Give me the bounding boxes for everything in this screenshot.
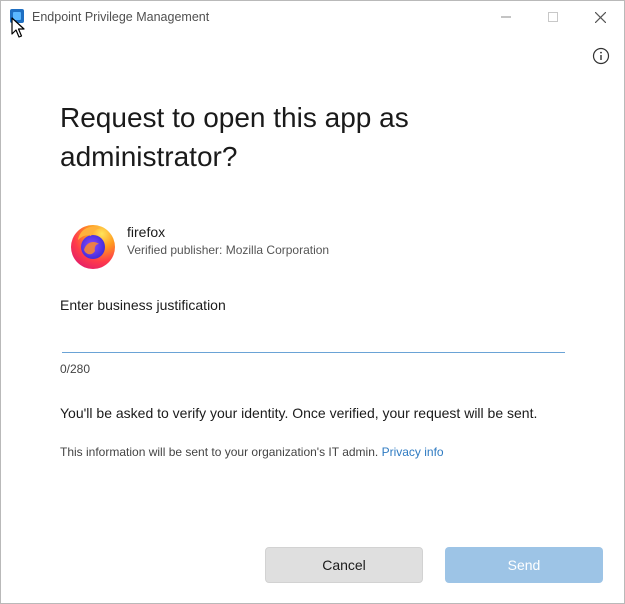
dialog-heading: Request to open this app as administrato… [60, 102, 409, 172]
title-bar: Endpoint Privilege Management [1, 1, 624, 33]
minimize-button[interactable] [483, 1, 529, 33]
close-button[interactable] [577, 1, 623, 33]
notice-text: This information will be sent to your or… [60, 445, 379, 459]
send-button[interactable]: Send [445, 547, 603, 583]
info-icon[interactable] [592, 47, 610, 65]
cancel-button[interactable]: Cancel [265, 547, 423, 583]
window-title: Endpoint Privilege Management [32, 10, 210, 24]
character-counter: 0/280 [60, 362, 91, 376]
mouse-cursor-icon [11, 17, 27, 39]
app-name: firefox [127, 224, 166, 240]
privacy-info-link[interactable]: Privacy info [382, 445, 444, 459]
firefox-icon [68, 220, 118, 270]
justification-input[interactable] [62, 323, 565, 353]
it-admin-notice: This information will be sent to your or… [60, 445, 444, 459]
app-publisher: Verified publisher: Mozilla Corporation [127, 243, 330, 257]
maximize-button [530, 1, 576, 33]
justification-label: Enter business justification [60, 297, 226, 313]
verify-identity-text: You'll be asked to verify your identity.… [60, 405, 538, 421]
epm-dialog-window: Endpoint Privilege Management Request to… [0, 0, 625, 604]
